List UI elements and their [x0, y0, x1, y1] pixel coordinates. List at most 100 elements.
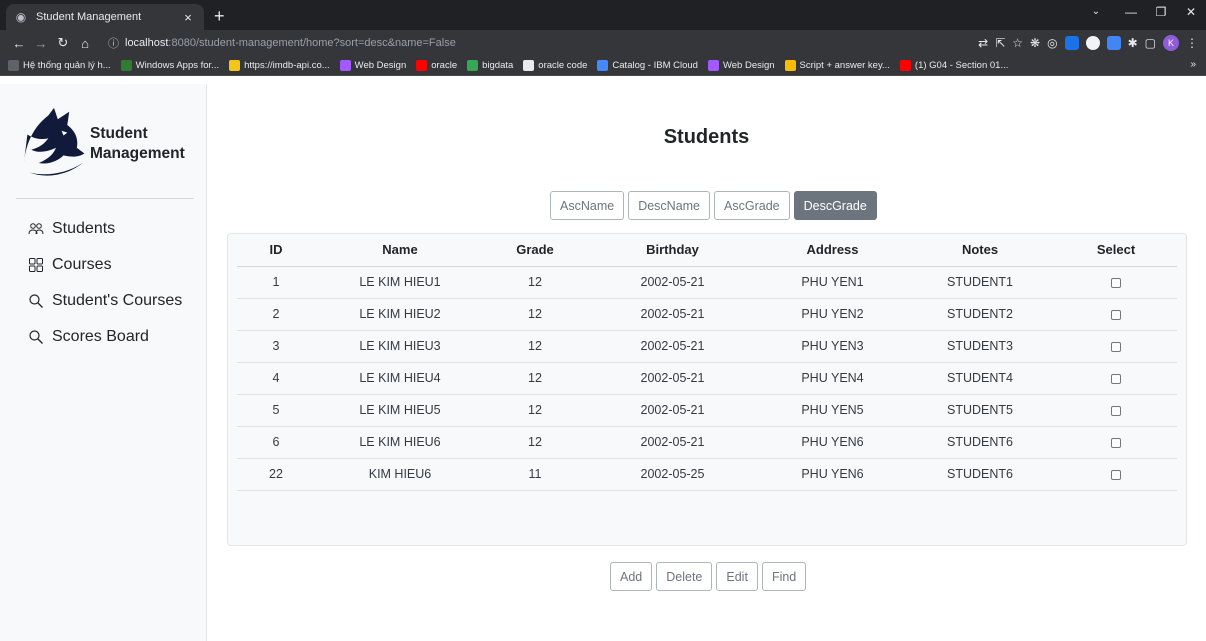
bookmark-item[interactable]: https://imdb-api.co...: [229, 60, 330, 71]
close-window-icon[interactable]: ✕: [1176, 0, 1206, 26]
table-row[interactable]: 6 LE KIM HIEU6 12 2002-05-21 PHU YEN6 STUDENT…: [237, 426, 1177, 459]
browser-tab[interactable]: ◉ Student Management ×: [6, 4, 204, 30]
bookmark-star-icon[interactable]: ☆: [1012, 36, 1023, 50]
cell-select: [1055, 330, 1177, 363]
cell-notes: STUDENT1: [905, 266, 1055, 299]
tab-close-icon[interactable]: ×: [180, 10, 196, 25]
cell-grade: 12: [485, 426, 585, 459]
home-icon[interactable]: ⌂: [74, 36, 96, 51]
translate-icon[interactable]: ⇄: [978, 36, 988, 50]
edit-button[interactable]: Edit: [716, 562, 758, 591]
select-checkbox[interactable]: [1111, 309, 1121, 320]
restore-icon[interactable]: ❐: [1146, 0, 1176, 26]
sort-desc-name-button[interactable]: DescName: [628, 191, 711, 220]
cell-birthday: 2002-05-21: [585, 266, 760, 299]
table-row[interactable]: 4 LE KIM HIEU4 12 2002-05-21 PHU YEN4 STUDENT…: [237, 362, 1177, 395]
cell-birthday: 2002-05-21: [585, 298, 760, 331]
students-table: ID Name Grade Birthday Address Notes Sel…: [237, 234, 1177, 491]
brand[interactable]: Student Management: [16, 100, 194, 188]
add-button[interactable]: Add: [610, 562, 653, 591]
students-table-card: ID Name Grade Birthday Address Notes Sel…: [227, 233, 1187, 546]
sort-desc-grade-button[interactable]: DescGrade: [793, 191, 877, 220]
bookmark-item[interactable]: (1) G04 - Section 01...: [899, 60, 1009, 71]
sidebar-item-label: Scores Board: [52, 328, 149, 345]
bookmark-label: Web Design: [354, 60, 407, 71]
cell-address: PHU YEN6: [760, 426, 905, 459]
new-tab-button[interactable]: +: [214, 6, 225, 26]
column-header: Select: [1055, 234, 1177, 267]
select-checkbox[interactable]: [1111, 277, 1121, 288]
address-bar[interactable]: ⓘ localhost:8080/student-management/home…: [102, 33, 970, 53]
reload-icon[interactable]: ↻: [52, 35, 74, 51]
table-row[interactable]: 1 LE KIM HIEU1 12 2002-05-21 PHU YEN1 STUDENT…: [237, 266, 1177, 299]
extension-icon[interactable]: [1064, 36, 1079, 50]
table-row[interactable]: 22 KIM HIEU6 11 2002-05-25 PHU YEN6 STUDENT6: [237, 458, 1177, 491]
cell-address: PHU YEN3: [760, 330, 905, 363]
bookmark-item[interactable]: Hệ thống quản lý h...: [8, 60, 111, 71]
cell-id: 5: [237, 394, 315, 427]
select-checkbox[interactable]: [1111, 437, 1121, 448]
share-icon[interactable]: ⇱: [995, 36, 1005, 50]
bookmark-item[interactable]: Catalog - IBM Cloud: [597, 60, 698, 71]
bookmark-item[interactable]: Windows Apps for...: [120, 60, 219, 71]
cell-address: PHU YEN2: [760, 298, 905, 331]
bookmark-item[interactable]: Web Design: [707, 60, 775, 71]
minimize-icon[interactable]: —: [1116, 0, 1146, 26]
bookmark-label: (1) G04 - Section 01...: [914, 60, 1009, 71]
select-checkbox[interactable]: [1111, 469, 1121, 480]
action-button-group: Add Delete Edit Find: [610, 562, 807, 591]
extension-icon[interactable]: [1106, 36, 1121, 50]
side-panel-icon[interactable]: ▢: [1145, 36, 1156, 50]
sort-asc-grade-button[interactable]: AscGrade: [714, 191, 790, 220]
cell-birthday: 2002-05-21: [585, 426, 760, 459]
sidebar-item-courses[interactable]: Courses: [16, 247, 194, 283]
select-checkbox[interactable]: [1111, 341, 1121, 352]
tab-search-icon[interactable]: ⌄: [1076, 0, 1116, 26]
column-header: ID: [237, 234, 315, 267]
bookmark-item[interactable]: Script + answer key...: [784, 60, 890, 71]
bookmarks-more-icon[interactable]: »: [1190, 59, 1196, 70]
table-row[interactable]: 5 LE KIM HIEU5 12 2002-05-21 PHU YEN5 STUDENT…: [237, 394, 1177, 427]
bookmark-item[interactable]: Web Design: [339, 60, 407, 71]
select-checkbox[interactable]: [1111, 405, 1121, 416]
table-row[interactable]: 2 LE KIM HIEU2 12 2002-05-21 PHU YEN2 STUDENT…: [237, 298, 1177, 331]
sidebar-item-scores-board[interactable]: Scores Board: [16, 319, 194, 355]
delete-button[interactable]: Delete: [656, 562, 713, 591]
cell-name: LE KIM HIEU3: [315, 330, 485, 363]
profile-avatar[interactable]: K: [1163, 35, 1179, 51]
sidebar-item-label: Courses: [52, 256, 112, 273]
extension-icon[interactable]: [1085, 36, 1100, 50]
sidebar-item-label: Student's Courses: [52, 292, 183, 309]
cell-name: LE KIM HIEU6: [315, 426, 485, 459]
bookmark-item[interactable]: oracle code: [523, 60, 587, 71]
bookmark-favicon-icon: [416, 60, 428, 71]
column-header: Name: [315, 234, 485, 267]
cell-grade: 12: [485, 266, 585, 299]
table-body: 1 LE KIM HIEU1 12 2002-05-21 PHU YEN1 STUDENT…: [237, 266, 1177, 491]
puzzle-icon[interactable]: ✱: [1128, 36, 1138, 50]
cell-select: [1055, 298, 1177, 331]
forward-icon[interactable]: →: [30, 36, 52, 51]
bookmark-item[interactable]: bigdata: [467, 60, 513, 71]
cell-address: PHU YEN1: [760, 266, 905, 299]
back-icon[interactable]: ←: [8, 36, 30, 51]
sidebar-item-students-courses[interactable]: Student's Courses: [16, 283, 194, 319]
sidebar-item-students[interactable]: Students: [16, 211, 194, 247]
select-checkbox[interactable]: [1111, 373, 1121, 384]
table-row[interactable]: 3 LE KIM HIEU3 12 2002-05-21 PHU YEN3 STUDENT…: [237, 330, 1177, 363]
site-info-icon[interactable]: ⓘ: [108, 35, 119, 51]
bookmark-item[interactable]: oracle: [416, 60, 457, 71]
page-title: Students: [663, 126, 750, 148]
bookmark-label: https://imdb-api.co...: [244, 60, 330, 71]
brand-line2: Management: [90, 145, 185, 162]
bookmarks-bar: Hệ thống quản lý h... Windows Apps for...…: [0, 56, 1206, 76]
record-icon[interactable]: ◎: [1047, 36, 1057, 50]
cell-birthday: 2002-05-21: [585, 362, 760, 395]
bookmark-label: bigdata: [482, 60, 514, 71]
sort-asc-name-button[interactable]: AscName: [550, 191, 625, 220]
menu-icon[interactable]: ⋮: [1186, 36, 1198, 50]
extension-icon[interactable]: ❋: [1030, 36, 1040, 50]
find-button[interactable]: Find: [761, 562, 807, 591]
grid-icon: [29, 258, 43, 272]
url-host: localhost: [125, 37, 169, 49]
